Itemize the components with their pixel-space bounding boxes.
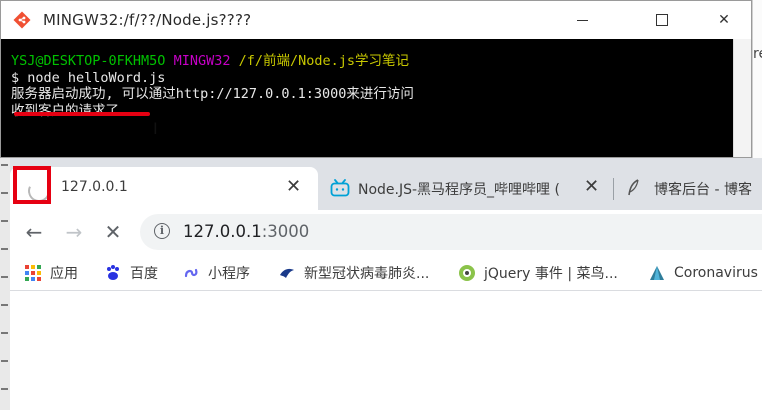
- bookmark-covid[interactable]: 新型冠状病毒肺炎...: [278, 262, 429, 284]
- terminal-prompt: YSJ@DESKTOP-0FKHM5O MINGW32 /f/前端/Node.j…: [11, 53, 751, 70]
- tab-label: Node.JS-黑马程序员_哔哩哔哩 (: [358, 182, 560, 198]
- maximize-icon: [656, 14, 668, 26]
- minimize-button[interactable]: [559, 1, 605, 39]
- forward-arrow-icon: →: [65, 220, 83, 244]
- forward-button[interactable]: →: [62, 220, 86, 244]
- background-window-text: re: [753, 46, 762, 62]
- feather-icon: [628, 179, 639, 196]
- bookmark-label: jQuery 事件 | 菜鸟...: [484, 266, 618, 282]
- close-icon: ✕: [718, 12, 730, 28]
- tab-close-icon[interactable]: ✕: [286, 176, 301, 197]
- bookmark-label: 百度: [130, 266, 158, 282]
- bookmark-baidu[interactable]: 百度: [104, 262, 158, 284]
- back-arrow-icon: ←: [25, 220, 43, 244]
- apps-grid-icon: [24, 264, 42, 282]
- prompt-env: MINGW32: [173, 53, 231, 69]
- bookmark-mini-program[interactable]: 小程序: [182, 262, 250, 284]
- tab-bilibili[interactable]: Node.JS-黑马程序员_哔哩哔哩 ( ✕: [326, 167, 612, 210]
- bookmark-coronavirus[interactable]: Coronavirus: [648, 262, 758, 284]
- page-content-area[interactable]: [10, 291, 762, 410]
- bookmark-apps[interactable]: 应用: [24, 262, 78, 284]
- mini-program-icon: [182, 264, 200, 282]
- red-annotation-box: [13, 166, 51, 204]
- address-bar[interactable]: i 127.0.0.1:3000: [140, 214, 762, 250]
- bird-icon: [278, 264, 296, 282]
- prompt-path: /f/前端/Node.js学习笔记: [238, 53, 410, 69]
- bilibili-icon: [330, 179, 350, 197]
- stop-icon: ✕: [104, 220, 122, 244]
- tab-label: 博客后台 - 博客: [654, 182, 752, 198]
- url-host: 127.0.0.1: [183, 222, 262, 241]
- bookmark-jquery[interactable]: jQuery 事件 | 菜鸟...: [458, 262, 618, 284]
- browser-window: 127.0.0.1 ✕ Node.JS-黑马程序员_哔哩哔哩 ( ✕ 博客后台 …: [10, 158, 762, 410]
- site-info-icon[interactable]: i: [154, 223, 170, 239]
- i-beam-cursor-icon: I: [153, 119, 158, 138]
- bookmarks-bar: 应用 百度 小程序 新型冠状病毒肺炎... jQuery 事件 | 菜鸟...: [10, 256, 762, 290]
- close-button[interactable]: ✕: [701, 1, 747, 39]
- terminal-window: MINGW32:/f/??/Node.js???? ✕ YSJ@DESKTOP-…: [0, 0, 752, 158]
- url-text[interactable]: 127.0.0.1:3000: [183, 222, 309, 241]
- tab-blog-admin[interactable]: 博客后台 - 博客: [624, 167, 762, 210]
- baidu-paw-icon: [104, 264, 122, 282]
- red-annotation-underline: [14, 112, 150, 116]
- tab-localhost[interactable]: 127.0.0.1 ✕: [10, 167, 318, 210]
- bookmark-label: Coronavirus: [674, 265, 758, 281]
- terminal-command: $ node helloWord.js: [11, 69, 166, 86]
- browser-toolbar: ← → ✕ i 127.0.0.1:3000: [10, 210, 762, 254]
- terminal-output[interactable]: YSJ@DESKTOP-0FKHM5O MINGW32 /f/前端/Node.j…: [1, 39, 751, 157]
- maximize-button[interactable]: [639, 1, 685, 39]
- tab-label: 127.0.0.1: [61, 179, 128, 195]
- url-port: :3000: [261, 222, 310, 241]
- background-window-edge: re: [752, 0, 762, 158]
- terminal-output-line-2: 收到客户的请求了: [11, 102, 119, 119]
- stop-loading-button[interactable]: ✕: [101, 220, 125, 244]
- bookmark-label: 小程序: [208, 266, 250, 282]
- git-bash-icon: [13, 11, 31, 29]
- back-button[interactable]: ←: [22, 220, 46, 244]
- triangle-icon: [648, 264, 666, 282]
- terminal-title: MINGW32:/f/??/Node.js????: [43, 11, 252, 29]
- tab-strip: 127.0.0.1 ✕ Node.JS-黑马程序员_哔哩哔哩 ( ✕ 博客后台 …: [10, 158, 762, 210]
- bookmark-label: 新型冠状病毒肺炎...: [304, 266, 430, 282]
- terminal-titlebar[interactable]: MINGW32:/f/??/Node.js???? ✕: [1, 1, 751, 39]
- runoob-icon: [458, 264, 476, 282]
- tab-close-icon[interactable]: ✕: [584, 176, 599, 197]
- prompt-user: YSJ@DESKTOP-0FKHM5O: [11, 53, 166, 69]
- terminal-output-line-1: 服务器启动成功, 可以通过http://127.0.0.1:3000来进行访问: [11, 86, 414, 102]
- desktop-left-strip: [0, 158, 10, 410]
- bookmark-label: 应用: [50, 266, 78, 282]
- minimize-icon: [576, 19, 588, 21]
- tab-separator: [613, 178, 614, 200]
- terminal-scrollbar[interactable]: [733, 39, 751, 157]
